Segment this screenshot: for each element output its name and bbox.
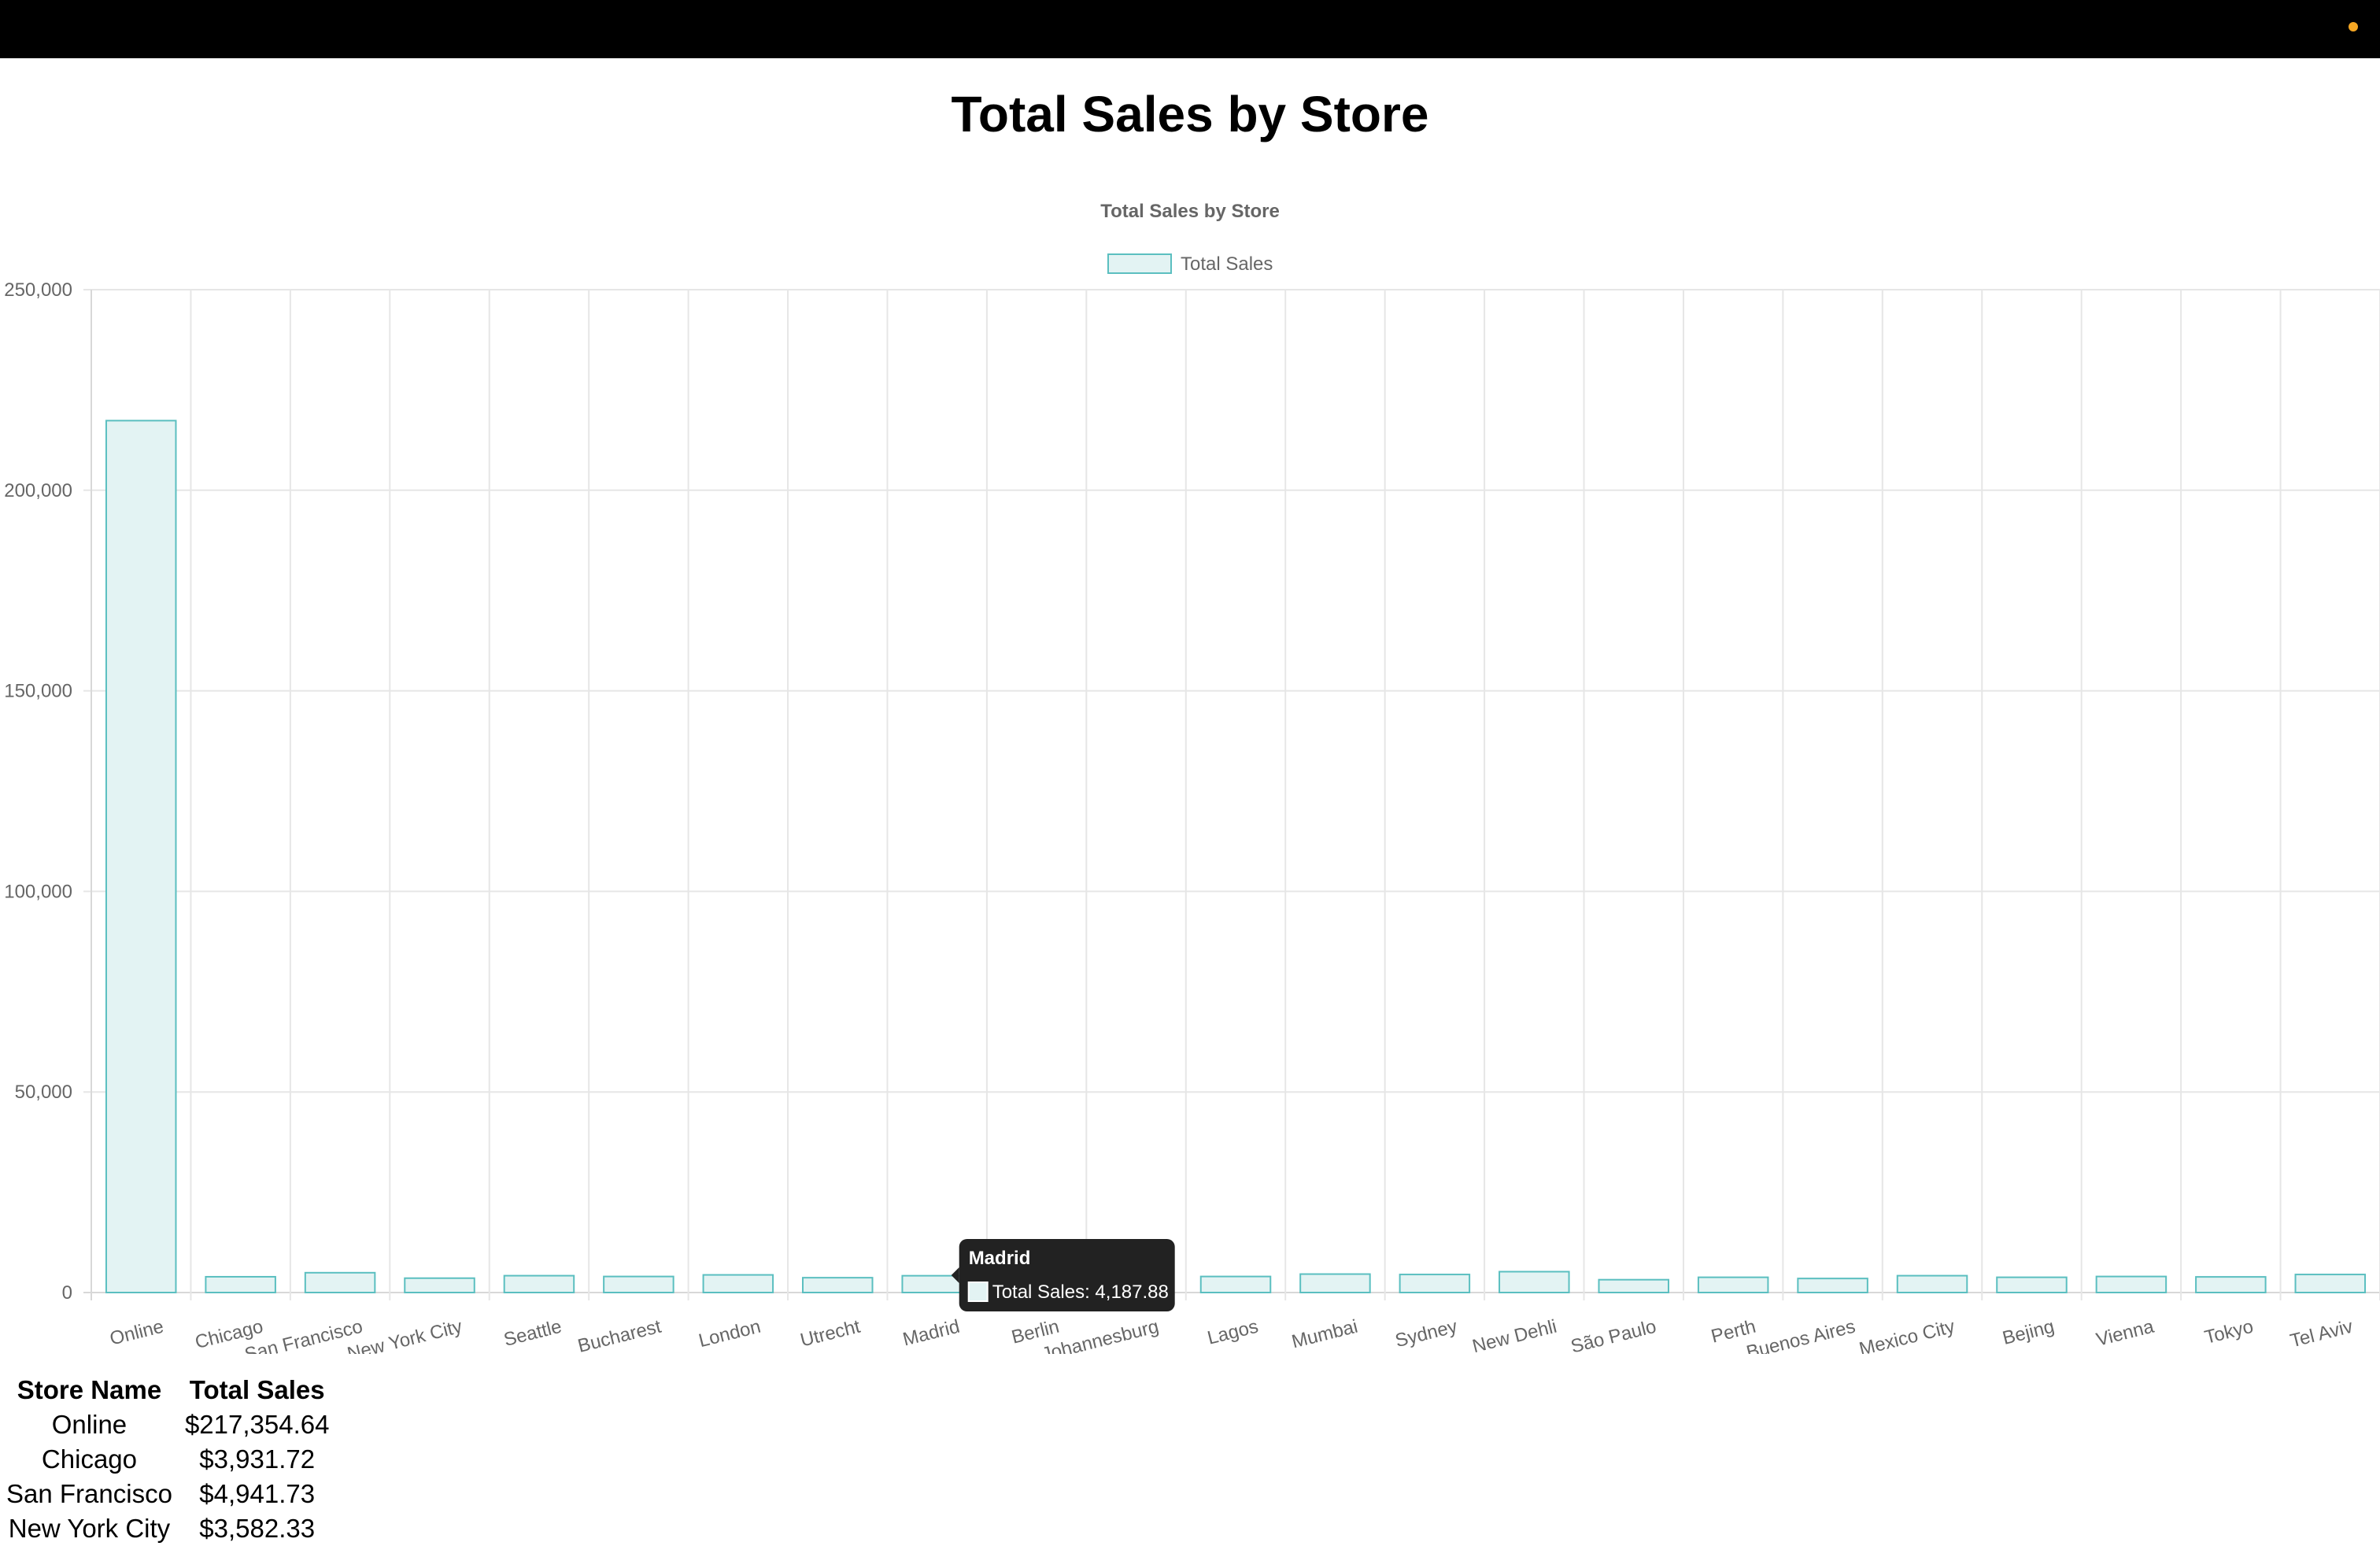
x-tick-label: London bbox=[697, 1316, 763, 1352]
x-tick-label: Utrecht bbox=[798, 1316, 863, 1352]
bar-bejing[interactable] bbox=[1996, 1276, 2068, 1294]
x-tick-label: Mexico City bbox=[1857, 1316, 1957, 1354]
cell-store-name: San Francisco bbox=[6, 1479, 172, 1508]
chart-tooltip: Madrid Total Sales: 4,187.88 bbox=[951, 1239, 1175, 1311]
status-dot-icon bbox=[2349, 22, 2358, 31]
page-title: Total Sales by Store bbox=[951, 86, 1429, 142]
bar-buenos-aires[interactable] bbox=[1797, 1278, 1868, 1293]
x-tick-label: Seattle bbox=[501, 1316, 564, 1351]
table-row: San Francisco $4,941.73 bbox=[0, 1477, 335, 1511]
y-tick-label: 150,000 bbox=[4, 681, 72, 702]
tooltip-title: Madrid bbox=[969, 1248, 1031, 1269]
bar-utrecht[interactable] bbox=[802, 1277, 874, 1293]
chart-title: Total Sales by Store bbox=[1100, 201, 1280, 222]
bar-perth[interactable] bbox=[1697, 1276, 1769, 1294]
x-tick-label: Bucharest bbox=[575, 1316, 663, 1354]
x-tick-label: Tel Aviv bbox=[2288, 1316, 2355, 1352]
x-tick-label: Tokyo bbox=[2202, 1316, 2255, 1348]
cell-total-sales: $4,941.73 bbox=[199, 1479, 316, 1508]
x-tick-label: Madrid bbox=[900, 1316, 962, 1351]
y-tick-label: 100,000 bbox=[4, 881, 72, 902]
bar-mexico-city[interactable] bbox=[1896, 1274, 1968, 1294]
bar-chicago[interactable] bbox=[205, 1275, 276, 1294]
y-tick-label: 0 bbox=[62, 1282, 72, 1304]
x-tick-label: Vienna bbox=[2094, 1315, 2156, 1350]
x-tick-label: Buenos Aires bbox=[1744, 1316, 1857, 1354]
cell-total-sales: $217,354.64 bbox=[184, 1410, 330, 1439]
cell-total-sales: $3,582.33 bbox=[199, 1514, 316, 1543]
x-tick-label: Bejing bbox=[2001, 1316, 2057, 1349]
table-row: New York City $3,582.33 bbox=[0, 1511, 335, 1546]
x-tick-label: Sydney bbox=[1393, 1316, 1459, 1352]
bar-london[interactable] bbox=[702, 1274, 774, 1294]
bar-sydney[interactable] bbox=[1399, 1274, 1471, 1293]
sales-bar-chart[interactable]: Total Sales by Store Total Sales Online C… bbox=[0, 181, 2380, 1354]
cell-store-name: Online bbox=[51, 1410, 128, 1439]
bar-tel-aviv[interactable] bbox=[2294, 1274, 2367, 1293]
cell-store-name: Chicago bbox=[41, 1444, 137, 1474]
bar-new-dehli[interactable] bbox=[1499, 1270, 1570, 1294]
bar-s-o-paulo[interactable] bbox=[1598, 1278, 1669, 1293]
bar-san-francisco[interactable] bbox=[304, 1271, 376, 1293]
cell-store-name: New York City bbox=[8, 1514, 171, 1543]
x-tick-label: São Paulo bbox=[1569, 1316, 1658, 1354]
chart-legend[interactable]: Total Sales bbox=[1107, 253, 1273, 275]
sales-table-container: Store Name Total Sales Online $217,354.6… bbox=[0, 1373, 335, 1546]
x-tick-label: Online bbox=[108, 1316, 166, 1350]
y-tick-label: 200,000 bbox=[4, 480, 72, 501]
bar-vienna[interactable] bbox=[2095, 1275, 2168, 1293]
legend-label: Total Sales bbox=[1181, 253, 1273, 275]
x-tick-label: New Dehli bbox=[1470, 1316, 1559, 1354]
bar-mumbai[interactable] bbox=[1299, 1273, 1371, 1293]
x-tick-label: Mumbai bbox=[1290, 1316, 1360, 1353]
bar-tokyo[interactable] bbox=[2195, 1276, 2267, 1294]
top-bar bbox=[0, 0, 2380, 58]
bar-bucharest[interactable] bbox=[603, 1275, 674, 1293]
y-tick-label: 50,000 bbox=[15, 1082, 72, 1103]
x-tick-label: Lagos bbox=[1205, 1316, 1260, 1349]
tooltip-value: Total Sales: 4,187.88 bbox=[992, 1282, 1169, 1303]
table-header-row: Store Name Total Sales bbox=[0, 1373, 335, 1407]
table-row: Chicago $3,931.72 bbox=[0, 1442, 335, 1477]
bar-online[interactable] bbox=[105, 420, 177, 1294]
bar-lagos[interactable] bbox=[1199, 1275, 1272, 1293]
bar-new-york-city[interactable] bbox=[404, 1277, 475, 1294]
y-tick-label: 250,000 bbox=[4, 279, 72, 301]
tooltip-swatch bbox=[967, 1282, 989, 1302]
bar-seattle[interactable] bbox=[503, 1274, 575, 1294]
column-header-total-sales: Total Sales bbox=[189, 1375, 325, 1404]
column-header-store-name: Store Name bbox=[17, 1375, 162, 1404]
legend-swatch bbox=[1107, 253, 1172, 274]
sales-table: Store Name Total Sales Online $217,354.6… bbox=[0, 1373, 335, 1546]
cell-total-sales: $3,931.72 bbox=[199, 1444, 316, 1474]
table-row: Online $217,354.64 bbox=[0, 1407, 335, 1442]
